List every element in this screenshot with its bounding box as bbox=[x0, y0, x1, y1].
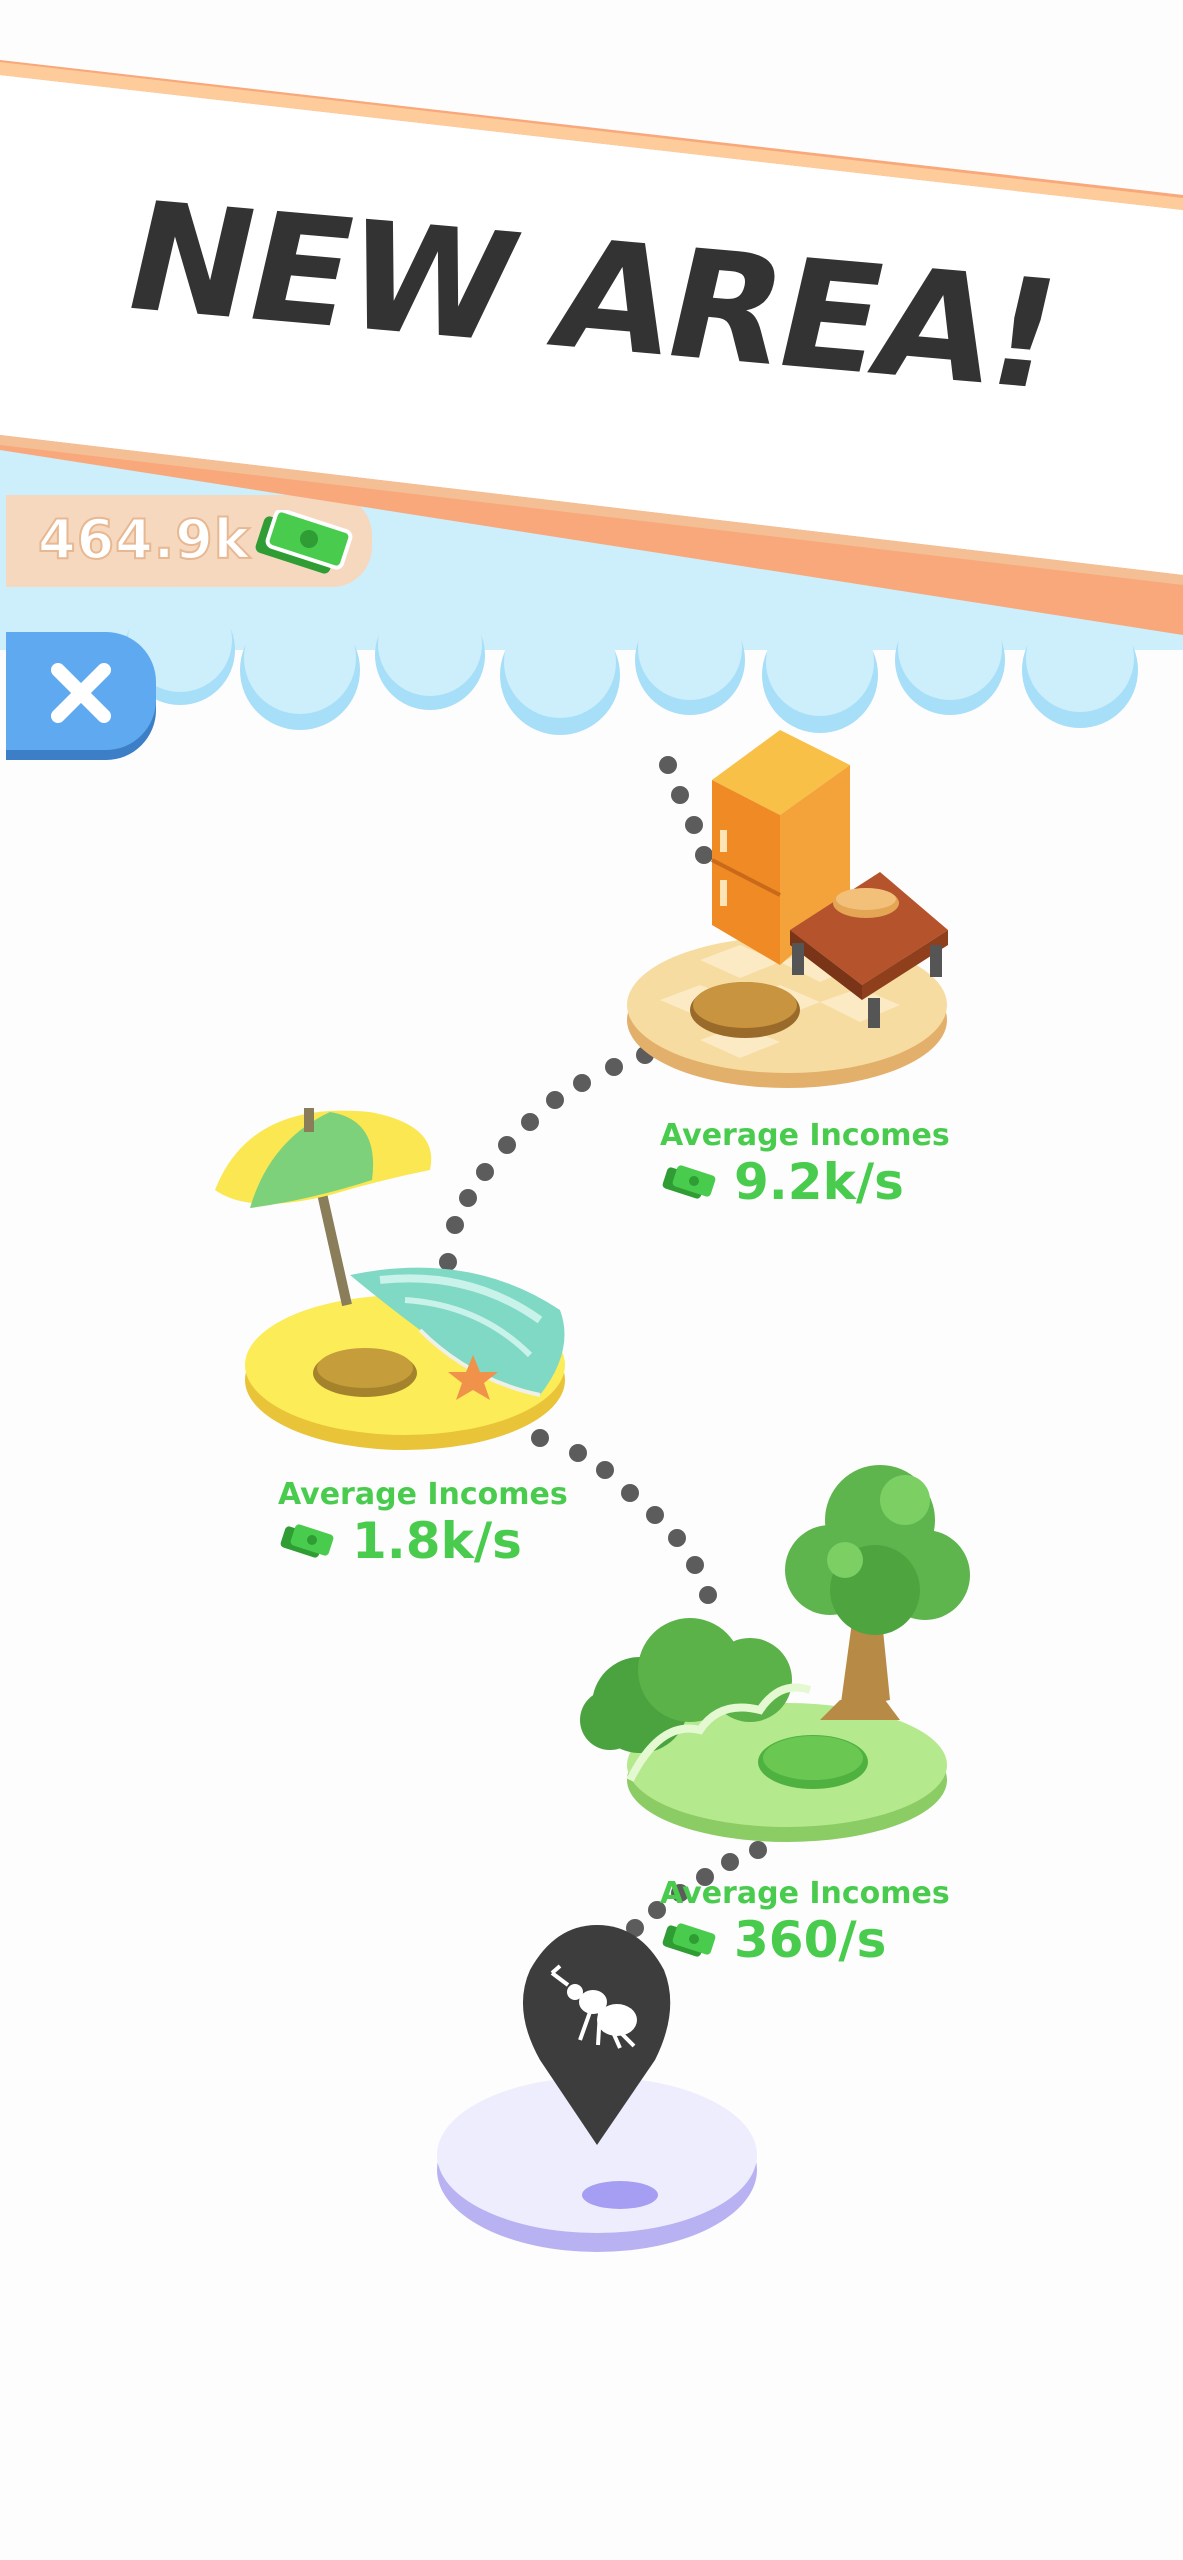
beach-island[interactable] bbox=[215, 1108, 565, 1450]
kitchen-island[interactable] bbox=[627, 730, 948, 1088]
income-label-kitchen: Average Incomes 9.2k/s bbox=[660, 1118, 950, 1211]
cash-icon bbox=[662, 1923, 716, 1957]
income-title: Average Incomes bbox=[278, 1477, 568, 1512]
income-title: Average Incomes bbox=[660, 1876, 950, 1911]
cash-icon bbox=[662, 1165, 716, 1199]
forest-island[interactable] bbox=[580, 1465, 970, 1842]
income-title: Average Incomes bbox=[660, 1118, 950, 1153]
income-value: 9.2k/s bbox=[734, 1153, 904, 1211]
income-value: 1.8k/s bbox=[352, 1512, 522, 1570]
income-label-beach: Average Incomes 1.8k/s bbox=[278, 1477, 568, 1570]
income-label-forest: Average Incomes 360/s bbox=[660, 1876, 950, 1969]
cash-icon bbox=[280, 1524, 334, 1558]
income-value: 360/s bbox=[734, 1911, 887, 1969]
